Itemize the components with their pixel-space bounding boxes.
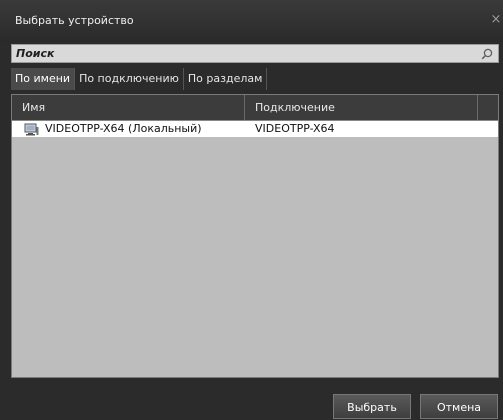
close-icon[interactable]: × [489,12,503,28]
select-button[interactable]: Выбрать [333,394,411,419]
title-bar[interactable]: Выбрать устройство × [0,0,503,42]
tab-by-name[interactable]: По имени [11,68,76,90]
computer-icon [24,123,39,135]
table-header: Имя Подключение [12,95,498,121]
search-input[interactable] [16,45,466,62]
select-device-dialog: Выбрать устройство × По имени По подключ… [0,0,503,420]
dialog-footer: Выбрать Отмена [0,378,503,420]
device-connection: VIDEOTPP-X64 [255,122,335,135]
device-table: Имя Подключение VIDEOTPP-X64 (Локальный)… [11,94,499,378]
column-header-connection[interactable]: Подключение [245,95,478,120]
tab-by-connection[interactable]: По подключению [75,68,184,90]
dialog-title: Выбрать устройство [15,14,134,27]
search-box[interactable] [11,44,499,63]
view-tabs: По имени По подключению По разделам [11,68,268,90]
table-row[interactable]: VIDEOTPP-X64 (Локальный) VIDEOTPP-X64 [12,121,498,137]
tab-by-sections[interactable]: По разделам [184,68,268,90]
device-name: VIDEOTPP-X64 (Локальный) [45,122,202,135]
column-header-name[interactable]: Имя [12,95,245,120]
search-icon[interactable] [480,47,494,61]
device-name-cell: VIDEOTPP-X64 (Локальный) [24,121,244,137]
cancel-button[interactable]: Отмена [420,394,498,419]
